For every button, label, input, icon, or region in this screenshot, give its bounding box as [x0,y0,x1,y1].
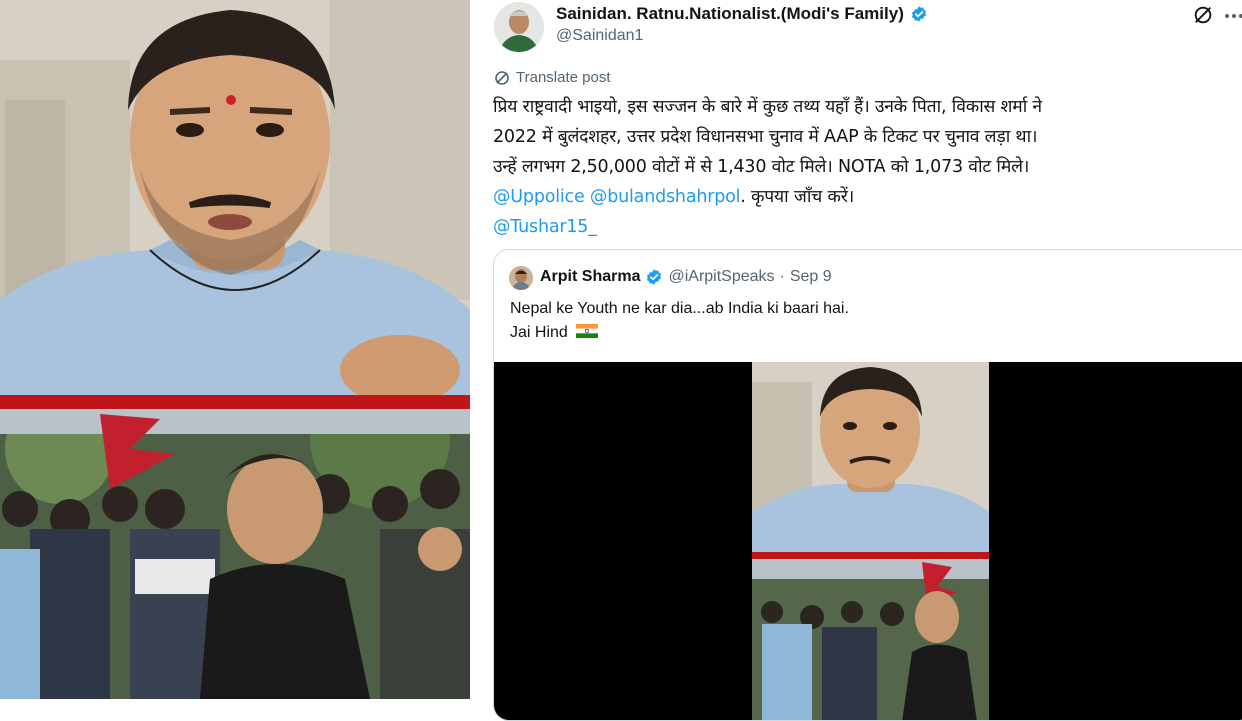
quoted-author-avatar[interactable] [509,266,533,290]
author-display-name[interactable]: Sainidan. Ratnu.Nationalist.(Modi's Fami… [556,4,904,24]
mention-uppolice[interactable]: @Uppolice [493,187,585,207]
meta-separator: · [779,268,785,285]
grok-icon[interactable] [1192,4,1214,26]
translate-post-link[interactable]: Translate post [494,69,611,86]
quoted-text-line: Nepal ke Youth ne kar dia...ab India ki … [510,300,849,317]
post-text-tail: . कृपया जाँच करें। [740,187,855,207]
mention-bulandshahrpol[interactable]: @bulandshahrpol [590,187,741,207]
quoted-video-player[interactable] [494,362,1242,720]
verified-badge-icon [647,269,662,285]
quoted-video-frame [752,362,989,720]
speaker-illustration [0,0,470,395]
verified-badge-icon [911,6,926,22]
avatar-image [494,2,544,52]
quoted-avatar-image [509,266,533,290]
more-icon[interactable] [1224,8,1242,24]
quoted-author-handle[interactable]: @iArpitSpeaks [668,268,774,286]
quoted-author-name[interactable]: Arpit Sharma [540,268,640,286]
red-divider-band [0,395,470,409]
translate-icon [495,70,509,85]
author-handle[interactable]: @Sainidan1 [556,27,643,45]
quoted-text-line: Jai Hind [510,324,568,341]
translate-post-label: Translate post [516,69,611,86]
quoted-post-text: Nepal ke Youth ne kar dia...ab India ki … [510,297,849,345]
india-flag-icon [576,324,599,338]
speaker-video-frame [0,0,470,395]
quoted-post[interactable]: Arpit Sharma @iArpitSpeaks · Sep 9 Nepal… [493,249,1242,721]
protest-video-frame [0,409,470,699]
post-text: प्रिय राष्ट्रवादी भाइयो, इस सज्जन के बार… [493,92,1238,242]
protest-illustration [0,409,470,699]
left-video-collage [0,0,470,699]
post-text-line: प्रिय राष्ट्रवादी भाइयो, इस सज्जन के बार… [493,97,1042,117]
post[interactable]: Sainidan. Ratnu.Nationalist.(Modi's Fami… [480,0,1242,721]
post-text-line: 2022 में बुलंदशहर, उत्तर प्रदेश विधानसभा… [493,127,1038,147]
quoted-post-date[interactable]: Sep 9 [790,268,832,286]
post-text-line: उन्हें लगभग 2,50,000 वोटों में से 1,430 … [493,157,1030,177]
mention-tushar[interactable]: @Tushar15_ [493,217,597,237]
author-avatar[interactable] [494,2,544,52]
quoted-video-illustration [752,362,989,720]
